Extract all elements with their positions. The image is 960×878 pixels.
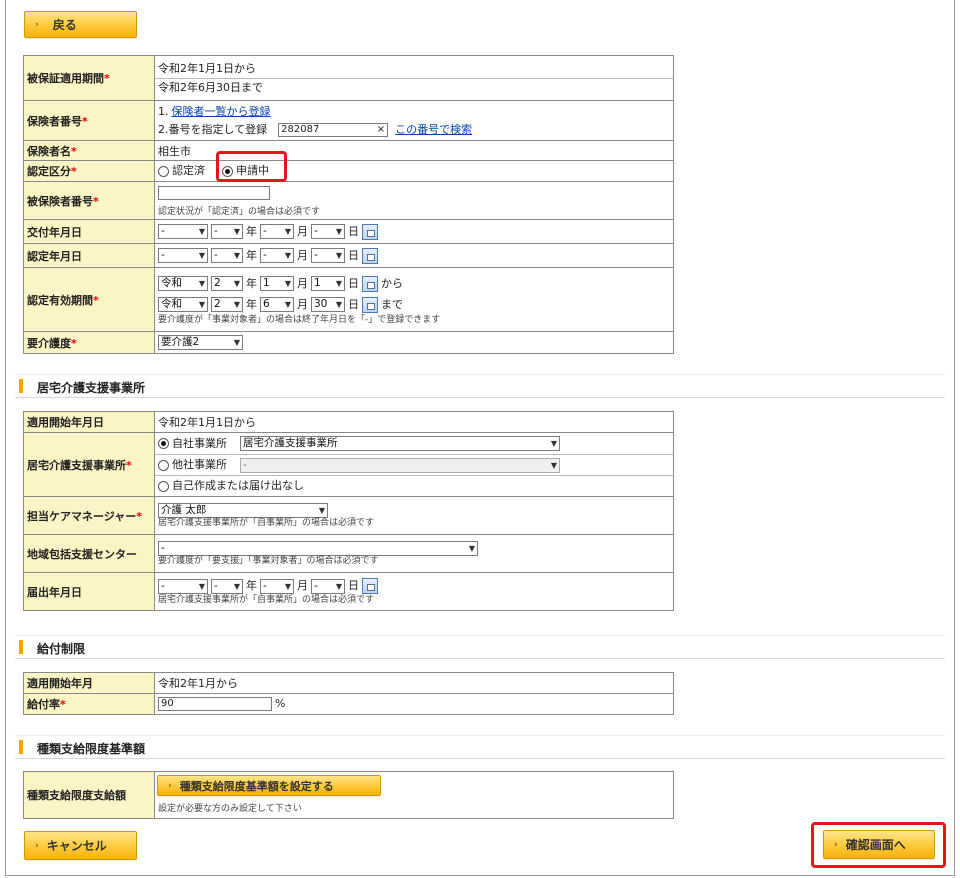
other-office-radio[interactable] <box>158 459 169 471</box>
insured-no-input[interactable] <box>158 185 270 200</box>
validity-from-era-select[interactable]: 令和 ▼ <box>158 276 208 291</box>
section-header-benefit: 給付制限 <box>15 635 945 659</box>
validity-note: 要介護度が「事業対象者」の場合は終了年月日を「-」で登録できます <box>158 315 441 325</box>
period-from: 令和2年1月1日から <box>158 61 256 75</box>
insurer-no-label: 保険者番号* <box>23 100 155 141</box>
benefit-table: 適用開始年月 令和2年1月から 給付率* 90 % <box>23 672 674 715</box>
office-label: 居宅介護支援事業所* <box>23 432 155 497</box>
cert-year-select[interactable]: - ▼ <box>211 248 243 263</box>
notify-date-label: 届出年月日 <box>23 572 155 611</box>
section-title: 給付制限 <box>37 642 86 656</box>
confirm-button[interactable]: › 確認画面へ <box>823 830 935 859</box>
cancel-button[interactable]: › キャンセル <box>24 831 137 860</box>
section-title: 居宅介護支援事業所 <box>37 381 146 395</box>
arrow-right-icon: › <box>168 780 172 791</box>
calendar-icon[interactable] <box>362 247 378 264</box>
validity-to-month-select[interactable]: 6 ▼ <box>260 297 294 312</box>
validity-from-day-select[interactable]: 1 ▼ <box>311 276 345 291</box>
issue-month-select[interactable]: - ▼ <box>260 224 294 239</box>
benefit-start-label: 適用開始年月 <box>23 672 155 694</box>
cancel-button-label: キャンセル <box>46 839 107 853</box>
issue-year-select[interactable]: - ▼ <box>211 224 243 239</box>
cert-era-select[interactable]: - ▼ <box>158 248 208 263</box>
section-header-support: 居宅介護支援事業所 <box>15 374 945 398</box>
search-by-number-link[interactable]: この番号で検索 <box>395 121 472 139</box>
benefit-rate-label: 給付率* <box>23 693 155 715</box>
calendar-icon[interactable] <box>362 223 378 240</box>
manager-note: 居宅介護支援事業所が「自事業所」の場合は必須です <box>158 517 375 528</box>
confirm-button-label: 確認画面へ <box>845 838 906 852</box>
support-start-value: 令和2年1月1日から <box>154 411 674 433</box>
cert-day-select[interactable]: - ▼ <box>311 248 345 263</box>
notify-note: 居宅介護支援事業所が「自事業所」の場合は必須です <box>158 595 375 605</box>
insurer-no-input[interactable]: 282087 × <box>278 122 389 137</box>
notify-year-select[interactable]: - ▼ <box>211 578 243 594</box>
cert-class-label: 認定区分* <box>23 160 155 182</box>
highlight-box <box>216 151 287 182</box>
arrow-right-icon: › <box>35 19 39 30</box>
center-note: 要介護度が「要支援」「事業対象者」の場合は必須です <box>158 555 379 566</box>
own-office-label: 自社事業所 <box>172 436 227 450</box>
own-office-select[interactable]: 居宅介護支援事業所 ▼ <box>240 436 560 451</box>
center-select[interactable]: - ▼ <box>158 540 478 556</box>
insured-no-note: 認定状況が「認定済」の場合は必須です <box>158 206 321 217</box>
support-start-label: 適用開始年月日 <box>23 411 155 433</box>
benefit-rate-unit: % <box>275 697 286 710</box>
section-title: 種類支給限度基準額 <box>37 742 146 756</box>
arrow-right-icon: › <box>834 839 838 850</box>
set-limit-button-label: 種類支給限度基準額を設定する <box>179 779 334 793</box>
validity-to-year-select[interactable]: 2 ▼ <box>211 297 243 312</box>
issue-day-select[interactable]: - ▼ <box>311 224 345 239</box>
section-marker-icon <box>19 640 23 654</box>
issue-date-label: 交付年月日 <box>23 219 155 244</box>
section-header-limit: 種類支給限度基準額 <box>15 735 945 759</box>
issue-era-select[interactable]: - ▼ <box>158 224 208 239</box>
notify-era-select[interactable]: - ▼ <box>158 578 208 594</box>
benefit-start-value: 令和2年1月から <box>154 672 674 694</box>
validity-to-day-select[interactable]: 30 ▼ <box>311 297 345 312</box>
support-office-table: 適用開始年月日 令和2年1月1日から 居宅介護支援事業所* 自社事業所 居宅介護… <box>23 411 674 611</box>
notify-day-select[interactable]: - ▼ <box>311 578 345 594</box>
insured-no-label: 被保険者番号* <box>23 181 155 220</box>
validity-from-month-select[interactable]: 1 ▼ <box>260 276 294 291</box>
cert-done-radio[interactable] <box>158 165 169 177</box>
self-made-radio[interactable] <box>158 480 169 492</box>
manager-select[interactable]: 介護 太郎 ▼ <box>158 502 328 518</box>
period-label: 被保証適用期間* <box>23 55 155 101</box>
clear-icon[interactable]: × <box>377 124 385 136</box>
cert-done-label: 認定済 <box>172 164 205 177</box>
limit-note: 設定が必要な方のみ設定して下さい <box>158 803 302 814</box>
insurer-list-link[interactable]: 保険者一覧から登録 <box>172 103 271 121</box>
calendar-icon[interactable] <box>362 578 378 594</box>
cert-month-select[interactable]: - ▼ <box>260 248 294 263</box>
calendar-icon[interactable] <box>362 296 378 313</box>
set-limit-button[interactable]: › 種類支給限度基準額を設定する <box>157 775 381 796</box>
insurer-opt2-label: 2.番号を指定して登録 <box>158 122 268 136</box>
care-level-select[interactable]: 要介護2 ▼ <box>158 335 243 350</box>
other-office-select[interactable]: - ▼ <box>240 457 560 473</box>
center-label: 地域包括支援センター <box>23 534 155 573</box>
arrow-right-icon: › <box>35 840 39 851</box>
manager-label: 担当ケアマネージャー* <box>23 496 155 535</box>
cert-date-label: 認定年月日 <box>23 243 155 268</box>
benefit-rate-input[interactable]: 90 <box>158 697 272 711</box>
notify-month-select[interactable]: - ▼ <box>260 578 294 594</box>
calendar-icon[interactable] <box>362 275 378 292</box>
care-level-label: 要介護度* <box>23 331 155 354</box>
validity-label: 認定有効期間* <box>23 267 155 332</box>
validity-to-era-select[interactable]: 令和 ▼ <box>158 297 208 312</box>
insurer-name-label: 保険者名* <box>23 140 155 161</box>
limit-label: 種類支給限度支給額 <box>23 771 155 819</box>
self-made-label: 自己作成または届け出なし <box>172 479 304 492</box>
section-marker-icon <box>19 740 23 754</box>
own-office-radio[interactable] <box>158 438 169 449</box>
validity-from-year-select[interactable]: 2 ▼ <box>211 276 243 291</box>
back-button[interactable]: › 戻る <box>24 11 137 38</box>
period-to: 令和2年6月30日まで <box>158 80 263 94</box>
section-marker-icon <box>19 379 23 393</box>
back-button-label: 戻る <box>52 18 77 32</box>
insured-info-table: 被保証適用期間* 令和2年1月1日から 令和2年6月30日まで 保険者番号* 1… <box>23 55 674 354</box>
other-office-label: 他社事業所 <box>172 458 227 471</box>
